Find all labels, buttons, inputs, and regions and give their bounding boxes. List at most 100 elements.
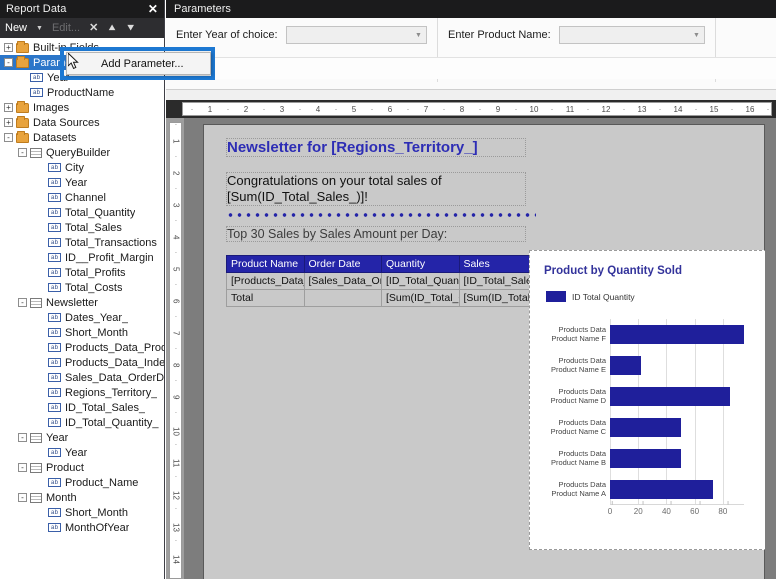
tree-item-productname[interactable]: ab ProductName — [0, 85, 164, 100]
report-title-textbox[interactable]: Newsletter for [Regions_Territory_] — [226, 138, 526, 157]
tree-item-year[interactable]: ab Year — [0, 175, 164, 190]
tree-item-year[interactable]: - Year — [0, 430, 164, 445]
tree-item-month[interactable]: - Month — [0, 490, 164, 505]
report-tablix[interactable]: Product Name Order Date Quantity Sales [… — [226, 255, 537, 307]
collapse-icon[interactable]: - — [4, 58, 13, 67]
tree-item-querybuilder[interactable]: - QueryBuilder — [0, 145, 164, 160]
ruler-minor-tick: · — [514, 104, 518, 114]
tree-item-total-quantity[interactable]: ab Total_Quantity — [0, 205, 164, 220]
report-congrats-textbox[interactable]: Congratulations on your total sales of [… — [226, 172, 526, 206]
tree-item-channel[interactable]: ab Channel — [0, 190, 164, 205]
cell-total-sales[interactable]: [Sum(ID_Total_ — [458, 289, 537, 307]
tree-item-id-profit-margin[interactable]: ab ID__Profit_Margin — [0, 250, 164, 265]
design-canvas[interactable]: Newsletter for [Regions_Territory_] Cong… — [184, 118, 776, 579]
cell-total-label[interactable]: Total — [226, 289, 305, 307]
field-icon: ab — [48, 373, 61, 382]
tree-item-newsletter[interactable]: - Newsletter — [0, 295, 164, 310]
cell-order-date[interactable]: [Sales_Data_Or — [303, 272, 382, 290]
tree-item-product[interactable]: - Product — [0, 460, 164, 475]
tree-item-data-sources[interactable]: + Data Sources — [0, 115, 164, 130]
chevron-down-icon[interactable]: ▼ — [411, 32, 426, 39]
cell-product-name[interactable]: [Products_Data_ — [226, 272, 305, 290]
ruler-tick-13: 13 — [637, 104, 647, 114]
field-icon: ab — [48, 508, 61, 517]
column-header-quantity[interactable]: Quantity — [381, 255, 460, 273]
tree-item-product-name[interactable]: ab Product_Name — [0, 475, 164, 490]
collapse-icon[interactable]: - — [4, 133, 13, 142]
cell-sales[interactable]: [ID_Total_Sales — [458, 272, 537, 290]
cell-total-blank[interactable] — [303, 289, 382, 307]
tree-item-total-transactions[interactable]: ab Total_Transactions — [0, 235, 164, 250]
tree-item-id-total-quantity[interactable]: ab ID_Total_Quantity_ — [0, 415, 164, 430]
column-header-product-name[interactable]: Product Name — [226, 255, 305, 273]
chart-category-label: Products Data Product Name B — [550, 449, 606, 468]
collapse-icon[interactable]: - — [18, 463, 27, 472]
column-header-order-date[interactable]: Order Date — [303, 255, 382, 273]
chevron-down-icon[interactable]: ▼ — [689, 32, 704, 39]
ruler-minor-tick: · — [171, 155, 181, 158]
field-icon: ab — [48, 523, 61, 532]
tree-item-label: Datasets — [33, 131, 77, 144]
ruler-tick-14: 14 — [673, 104, 683, 114]
table-icon — [30, 147, 42, 158]
chart-container[interactable]: Product by Quantity Sold ID Total Quanti… — [529, 250, 767, 550]
expand-icon[interactable]: + — [4, 103, 13, 112]
field-icon: ab — [30, 88, 43, 97]
tree-item-images[interactable]: + Images — [0, 100, 164, 115]
tree-item-regions-territory[interactable]: ab Regions_Territory_ — [0, 385, 164, 400]
legend-swatch — [546, 291, 566, 302]
ruler-tick-7: 7 — [423, 104, 429, 114]
product-name-combobox[interactable]: ▼ — [558, 26, 705, 44]
tree-item-dates-year[interactable]: ab Dates_Year_ — [0, 310, 164, 325]
chevron-down-icon[interactable]: ▼ — [36, 25, 43, 32]
year-combobox[interactable]: ▼ — [285, 26, 427, 44]
tree-item-year[interactable]: ab Year — [0, 445, 164, 460]
cell-total-quantity[interactable]: [Sum(ID_Total_C — [381, 289, 460, 307]
arrow-up-icon[interactable]: ⯅ — [107, 22, 117, 34]
tree-item-label: Channel — [65, 191, 106, 204]
report-page[interactable]: Newsletter for [Regions_Territory_] Cong… — [203, 124, 767, 579]
horizontal-ruler[interactable]: · 1 · 2 · 3 · 4 · 5 · 6 · 7 · 8 · 9 · 10 · 11 · 12 · 13 · 14 · 15 · 16 ·… — [182, 102, 772, 116]
tree-item-products-data-product[interactable]: ab Products_Data_Product — [0, 340, 164, 355]
tree-item-datasets[interactable]: - Datasets — [0, 130, 164, 145]
collapse-icon[interactable]: - — [18, 148, 27, 157]
expand-icon[interactable]: + — [4, 43, 13, 52]
new-button[interactable]: New — [5, 22, 27, 34]
collapse-icon[interactable]: - — [18, 493, 27, 502]
tree-item-total-costs[interactable]: ab Total_Costs — [0, 280, 164, 295]
context-menu[interactable]: Add Parameter... — [66, 52, 211, 75]
close-icon[interactable]: ✕ — [148, 3, 158, 15]
chart-xtick-mark — [642, 501, 644, 505]
vertical-ruler[interactable]: · 1 · 2 · 3 · 4 · 5 · 6 · 7 · 8 · 9 · 10 · 11 · 12 · 13 · 14 — [169, 122, 182, 579]
field-icon: ab — [48, 313, 61, 322]
cell-quantity[interactable]: [ID_Total_Quant — [381, 272, 460, 290]
tree-item-products-data-index[interactable]: ab Products_Data_Index_ — [0, 355, 164, 370]
table-row[interactable]: [Products_Data_ [Sales_Data_Or [ID_Total… — [226, 272, 537, 290]
table-row[interactable]: Total [Sum(ID_Total_C [Sum(ID_Total_ — [226, 289, 537, 307]
tree-item-total-sales[interactable]: ab Total_Sales — [0, 220, 164, 235]
column-header-sales[interactable]: Sales — [458, 255, 537, 273]
tree-item-short-month[interactable]: ab Short_Month — [0, 325, 164, 340]
tree-item-label: Total_Costs — [65, 281, 123, 294]
report-subtitle-textbox[interactable]: Top 30 Sales by Sales Amount per Day: — [226, 226, 526, 242]
tree-item-id-total-sales[interactable]: ab ID_Total_Sales_ — [0, 400, 164, 415]
delete-x-icon[interactable]: ✕ — [89, 22, 98, 34]
collapse-icon[interactable]: - — [18, 298, 27, 307]
tree-item-label: City — [65, 161, 84, 174]
collapse-icon[interactable]: - — [18, 433, 27, 442]
chart-bar — [610, 479, 713, 500]
ruler-minor-tick: · — [171, 379, 181, 382]
ruler-minor-tick: · — [334, 104, 338, 114]
tree-item-city[interactable]: ab City — [0, 160, 164, 175]
arrow-down-icon[interactable]: ⯆ — [126, 22, 136, 34]
tree-item-label: Products_Data_Index_ — [65, 356, 164, 369]
tree-item-short-month[interactable]: ab Short_Month — [0, 505, 164, 520]
tree-item-total-profits[interactable]: ab Total_Profits — [0, 265, 164, 280]
tree-item-sales-data-orderdate[interactable]: ab Sales_Data_OrderDate_ — [0, 370, 164, 385]
expand-icon[interactable]: + — [4, 118, 13, 127]
menu-item-add-parameter[interactable]: Add Parameter... — [67, 58, 210, 70]
tree-item-monthofyear[interactable]: ab MonthOfYear — [0, 520, 164, 535]
parameters-body: Enter Year of choice: ▼ Enter Product Na… — [166, 18, 776, 90]
